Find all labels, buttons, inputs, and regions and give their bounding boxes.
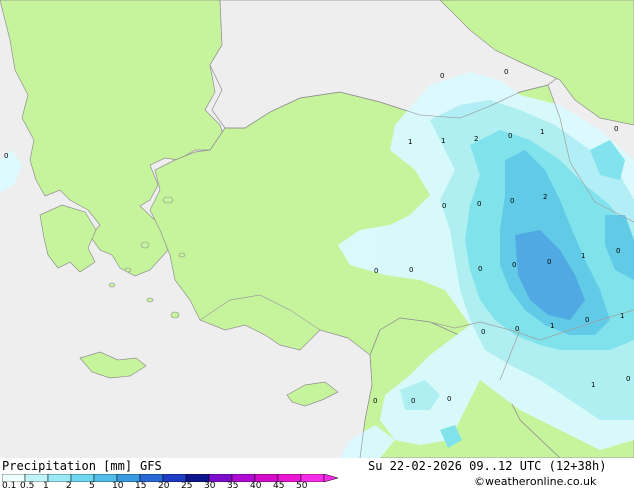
station-value: 0 — [585, 316, 589, 324]
station-value: 0 — [374, 267, 378, 275]
station-value: 0 — [512, 261, 516, 269]
station-value: 2 — [474, 135, 478, 143]
station-value: 0 — [442, 202, 446, 210]
station-value: 0 — [508, 132, 512, 140]
station-value: 1 — [591, 381, 595, 389]
model-name: GFS — [140, 459, 162, 473]
precipitation-map[interactable]: 0 0 0 1 1 2 0 1 0 0 0 2 0 1 0 0 0 0 0 1 … — [0, 0, 634, 459]
station-value: 0 — [626, 375, 630, 383]
station-value: 1 — [408, 138, 412, 146]
station-value: 0 — [510, 197, 514, 205]
station-value: 0 — [4, 152, 8, 160]
station-value: 0 — [504, 68, 508, 76]
station-value: 0 — [614, 125, 618, 133]
valid-datetime: Su 22-02-2026 09..12 UTC (12+38h) — [368, 459, 607, 473]
station-value: 0 — [477, 200, 481, 208]
station-value: 0 — [547, 258, 551, 266]
station-value: 1 — [620, 312, 624, 320]
station-value: 0 — [515, 325, 519, 333]
legend-overflow-arrow — [323, 474, 339, 482]
map-footer: Precipitation [mm] GFS Su 22-02-2026 09.… — [0, 458, 634, 490]
station-value: 0 — [447, 395, 451, 403]
station-value: 0 — [373, 397, 377, 405]
station-value: 1 — [581, 252, 585, 260]
credit-text: ©weatheronline.co.uk — [474, 475, 597, 488]
station-value: 0 — [440, 72, 444, 80]
product-title: Precipitation [mm] — [2, 459, 133, 473]
station-value: 1 — [550, 322, 554, 330]
station-value: 1 — [441, 137, 445, 145]
station-value: 1 — [540, 128, 544, 136]
station-value: 0 — [616, 247, 620, 255]
station-value: 0 — [411, 397, 415, 405]
station-value: 0 — [478, 265, 482, 273]
station-values-layer: 0 0 0 1 1 2 0 1 0 0 0 2 0 1 0 0 0 0 0 1 … — [4, 68, 630, 405]
legend-color-bar — [2, 474, 339, 482]
station-value: 0 — [481, 328, 485, 336]
station-value: 0 — [409, 266, 413, 274]
station-value: 2 — [543, 193, 547, 201]
